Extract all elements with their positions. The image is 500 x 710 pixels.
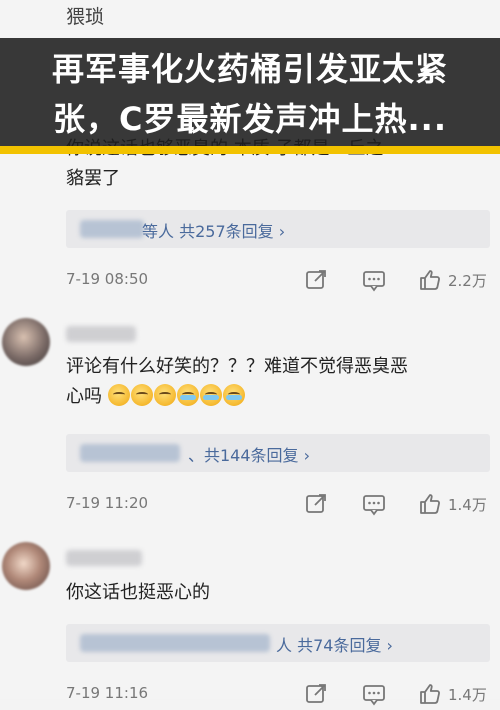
headline-banner: 再军事化火药桶引发亚太紧 张，C罗最新发声冲上热... [0, 38, 500, 148]
crying-emoji-icon [176, 384, 199, 406]
like-icon[interactable] [418, 492, 442, 516]
comment-3-text: 你这话也挺恶心的 [66, 578, 486, 608]
comment-2-meta: 7-19 11:20 1.4万 [66, 490, 490, 518]
replies-usernames-blurred [80, 220, 144, 238]
comment-2-replies[interactable]: 、共144条回复 › [66, 434, 490, 472]
username-blurred[interactable] [66, 326, 136, 342]
comment-1-replies-text: 等人 共257条回复 › [142, 222, 286, 241]
comment-icon[interactable] [362, 492, 386, 516]
comment-icon[interactable] [362, 268, 386, 292]
avatar[interactable] [2, 318, 50, 366]
like-icon[interactable] [418, 268, 442, 292]
share-icon[interactable] [304, 492, 328, 516]
replies-usernames-blurred [80, 634, 270, 652]
comment-3-time: 7-19 11:16 [66, 684, 149, 702]
replies-usernames-blurred [80, 444, 180, 462]
comment-feed: 猥琐 你说这话也够恶臭的 本质 子都是一丘之 貉罢了 等人 共257条回复 › … [0, 0, 500, 706]
comment-2-line1: 评论有什么好笑的？？？难道不觉得恶臭恶 [66, 356, 408, 377]
username-blurred[interactable] [66, 550, 142, 566]
banner-accent-bar [0, 146, 500, 154]
comment-icon[interactable] [362, 682, 386, 706]
comment-1-like-count: 2.2万 [448, 272, 487, 290]
like-icon[interactable] [418, 682, 442, 706]
headline-line-1: 再军事化火药桶引发亚太紧 [51, 50, 448, 88]
comment-2-replies-text: 、共144条回复 › [188, 446, 311, 465]
avatar[interactable] [2, 542, 50, 590]
comment-3-meta: 7-19 11:16 1.4万 [66, 680, 490, 708]
comment-1-replies[interactable]: 等人 共257条回复 › [66, 210, 490, 248]
comment-3-replies[interactable]: 人 共74条回复 › [66, 624, 490, 662]
share-icon[interactable] [304, 682, 328, 706]
comment-1-time: 7-19 08:50 [66, 270, 149, 288]
comment-2-like-count: 1.4万 [448, 496, 487, 514]
top-comment-text: 猥琐 [66, 6, 105, 28]
comment-3-like-count: 1.4万 [448, 686, 487, 704]
comment-2-text: 评论有什么好笑的？？？难道不觉得恶臭恶 心吗 [66, 352, 486, 412]
share-icon[interactable] [304, 268, 328, 292]
comment-2-line2: 心吗 [66, 386, 102, 407]
sweat-smile-emoji-icon [130, 384, 153, 406]
sweat-smile-emoji-icon [153, 384, 176, 406]
comment-3-replies-text: 人 共74条回复 › [276, 636, 393, 655]
crying-emoji-icon [199, 384, 222, 406]
headline-line-2: 张，C罗最新发声冲上热... [53, 100, 447, 138]
comment-2-time: 7-19 11:20 [66, 494, 149, 512]
comment-3-line1: 你这话也挺恶心的 [66, 582, 210, 603]
crying-emoji-icon [222, 384, 245, 406]
comment-1-meta: 7-19 08:50 2.2万 [66, 266, 490, 294]
comment-1-line2: 貉罢了 [66, 168, 120, 189]
comment-2-line2-wrap: 心吗 [66, 382, 486, 412]
sweat-smile-emoji-icon [107, 384, 130, 406]
